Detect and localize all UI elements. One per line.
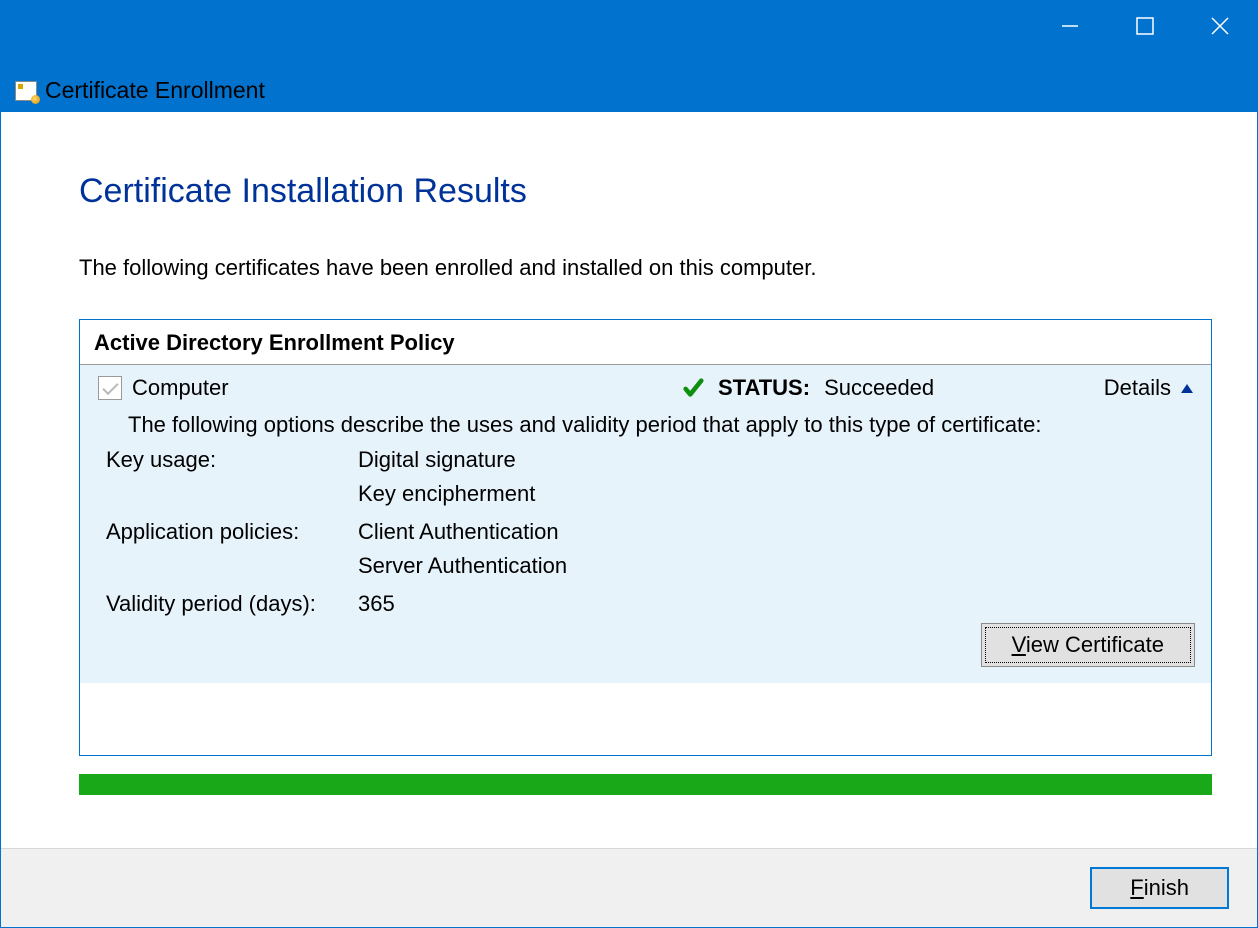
certificate-panel: Computer STATUS: Succeeded Details: [80, 365, 1211, 683]
chevron-up-icon: [1181, 384, 1193, 393]
titlebar-label: Certificate Enrollment: [15, 77, 265, 104]
titlebar: Certificate Enrollment: [1, 1, 1257, 112]
policy-box: Active Directory Enrollment Policy Compu…: [79, 319, 1212, 756]
details-label: Details: [1104, 375, 1171, 401]
validity-period-label: Validity period (days):: [106, 587, 358, 621]
minimize-button[interactable]: [1032, 1, 1107, 50]
certificate-description: The following options describe the uses …: [80, 409, 1211, 441]
minimize-icon: [1061, 17, 1079, 35]
finish-label-rest: inish: [1144, 875, 1189, 900]
application-policies-row: Application policies: Client Authenticat…: [80, 513, 1211, 585]
content-area: Certificate Installation Results The fol…: [1, 112, 1257, 795]
policy-box-spacer: [80, 683, 1211, 755]
instruction-text: The following certificates have been enr…: [79, 255, 1227, 281]
view-certificate-wrap: View Certificate: [80, 623, 1211, 671]
status-label: STATUS:: [718, 375, 810, 401]
dialog-body: Certificate Installation Results The fol…: [1, 112, 1257, 927]
key-usage-value: Digital signature Key encipherment: [358, 443, 1211, 511]
validity-period-row: Validity period (days): 365: [80, 585, 1211, 623]
maximize-icon: [1136, 17, 1154, 35]
details-toggle[interactable]: Details: [1104, 375, 1193, 401]
finish-button[interactable]: Finish: [1090, 867, 1229, 909]
view-certificate-label-rest: iew Certificate: [1026, 632, 1164, 657]
validity-period-value: 365: [358, 587, 1211, 621]
status-block: STATUS: Succeeded: [682, 375, 934, 401]
key-usage-label: Key usage:: [106, 443, 358, 511]
status-value: Succeeded: [824, 375, 934, 401]
dialog-footer: Finish: [1, 848, 1257, 927]
view-certificate-button[interactable]: View Certificate: [981, 623, 1195, 667]
certificate-row: Computer STATUS: Succeeded Details: [80, 365, 1211, 409]
page-heading: Certificate Installation Results: [79, 172, 1227, 211]
dialog-window: Certificate Enrollment Certificate Insta…: [0, 0, 1258, 928]
certificate-checkbox[interactable]: [98, 376, 122, 400]
policy-name: Active Directory Enrollment Policy: [80, 320, 1211, 365]
application-policies-value: Client Authentication Server Authenticat…: [358, 515, 1211, 583]
certificate-icon: [15, 81, 37, 101]
check-icon: [682, 377, 704, 399]
certificate-template-name: Computer: [132, 375, 229, 401]
close-button[interactable]: [1182, 1, 1257, 50]
close-icon: [1210, 16, 1230, 36]
window-controls: [1032, 1, 1257, 51]
application-policies-label: Application policies:: [106, 515, 358, 583]
maximize-button[interactable]: [1107, 1, 1182, 50]
window-title: Certificate Enrollment: [45, 77, 265, 104]
key-usage-row: Key usage: Digital signature Key enciphe…: [80, 441, 1211, 513]
progress-bar: [79, 774, 1212, 795]
